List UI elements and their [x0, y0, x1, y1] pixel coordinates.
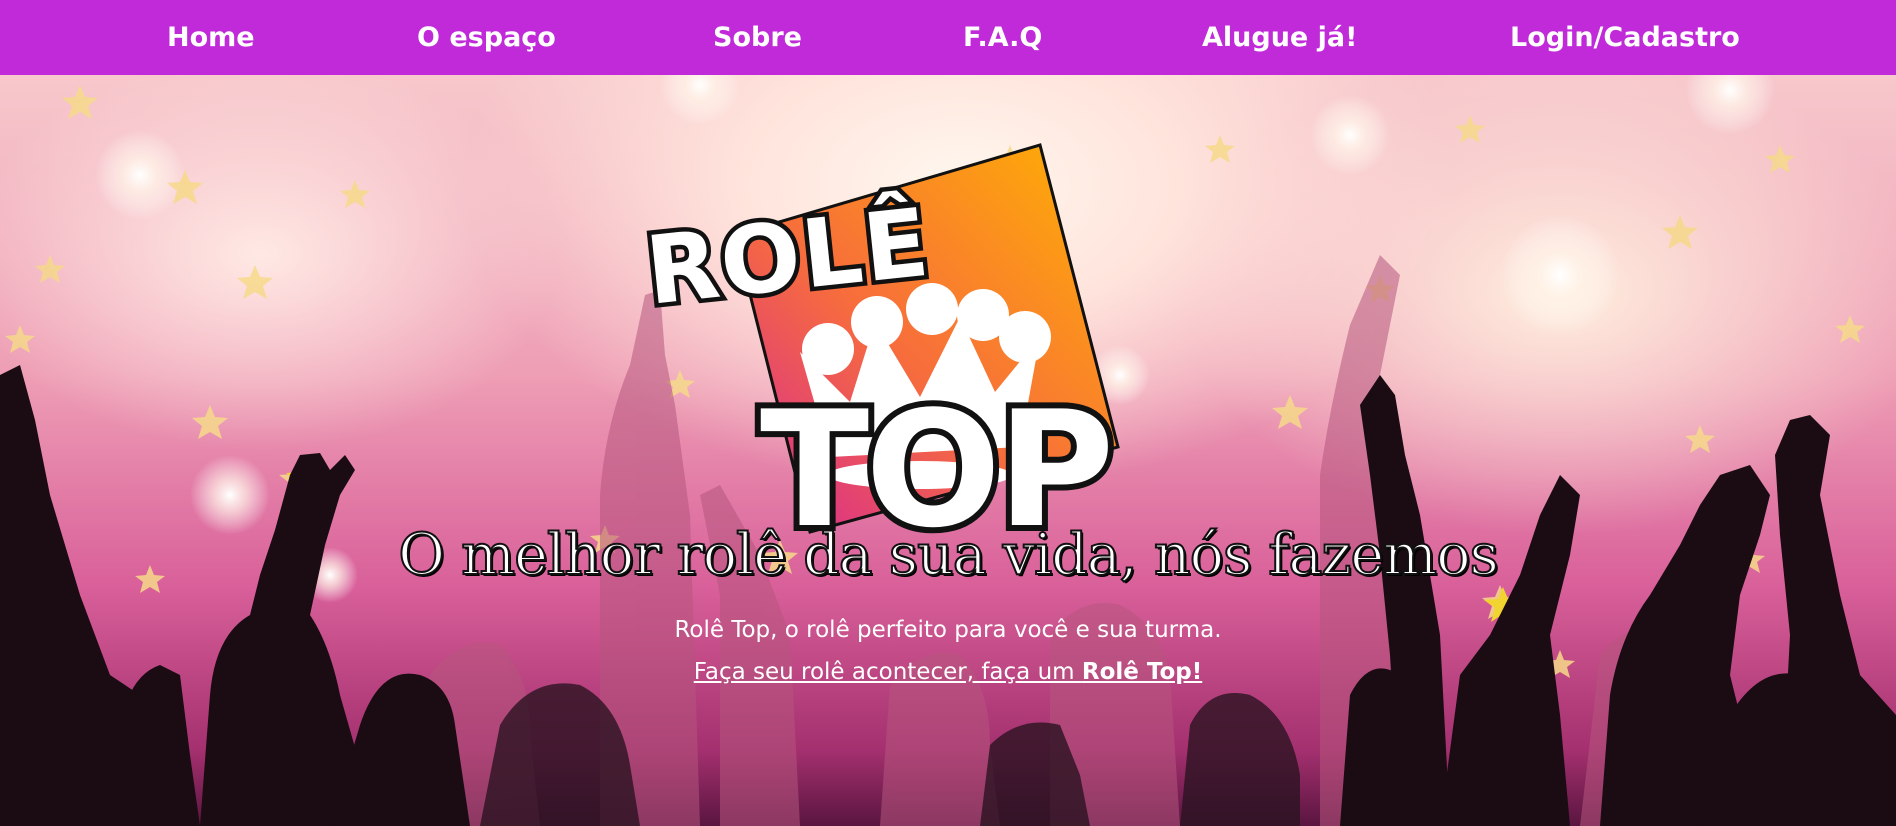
nav-link-sobre[interactable]: Sobre	[713, 18, 802, 58]
hero-banner: ROLÊ TOP O melhor rolê da sua vida, nós …	[0, 75, 1896, 826]
role-top-logo: ROLÊ TOP	[640, 143, 1120, 537]
nav-link-o-espaco[interactable]: O espaço	[417, 18, 556, 58]
hero-cta-link[interactable]: Faça seu rolê acontecer, faça um Rolê To…	[694, 659, 1203, 685]
nav-link-home[interactable]: Home	[167, 18, 255, 58]
nav-link-alugue-ja[interactable]: Alugue já!	[1202, 18, 1357, 58]
hero-subtitle: Rolê Top, o rolê perfeito para você e su…	[674, 617, 1222, 643]
top-navigation-bar: Home O espaço Sobre F.A.Q Alugue já! Log…	[0, 0, 1896, 75]
hero-cta-bold: Rolê Top!	[1081, 659, 1203, 685]
hero-cta-line: Faça seu rolê acontecer, faça um Rolê To…	[0, 656, 1896, 688]
hero-tagline: O melhor rolê da sua vida, nós fazemos	[397, 521, 1500, 589]
hero-cta-prefix: Faça seu rolê acontecer, faça um	[693, 659, 1082, 685]
nav-link-login-cadastro[interactable]: Login/Cadastro	[1510, 18, 1740, 58]
nav-link-faq[interactable]: F.A.Q	[963, 18, 1042, 58]
logo-word-top: TOP	[760, 376, 1110, 537]
